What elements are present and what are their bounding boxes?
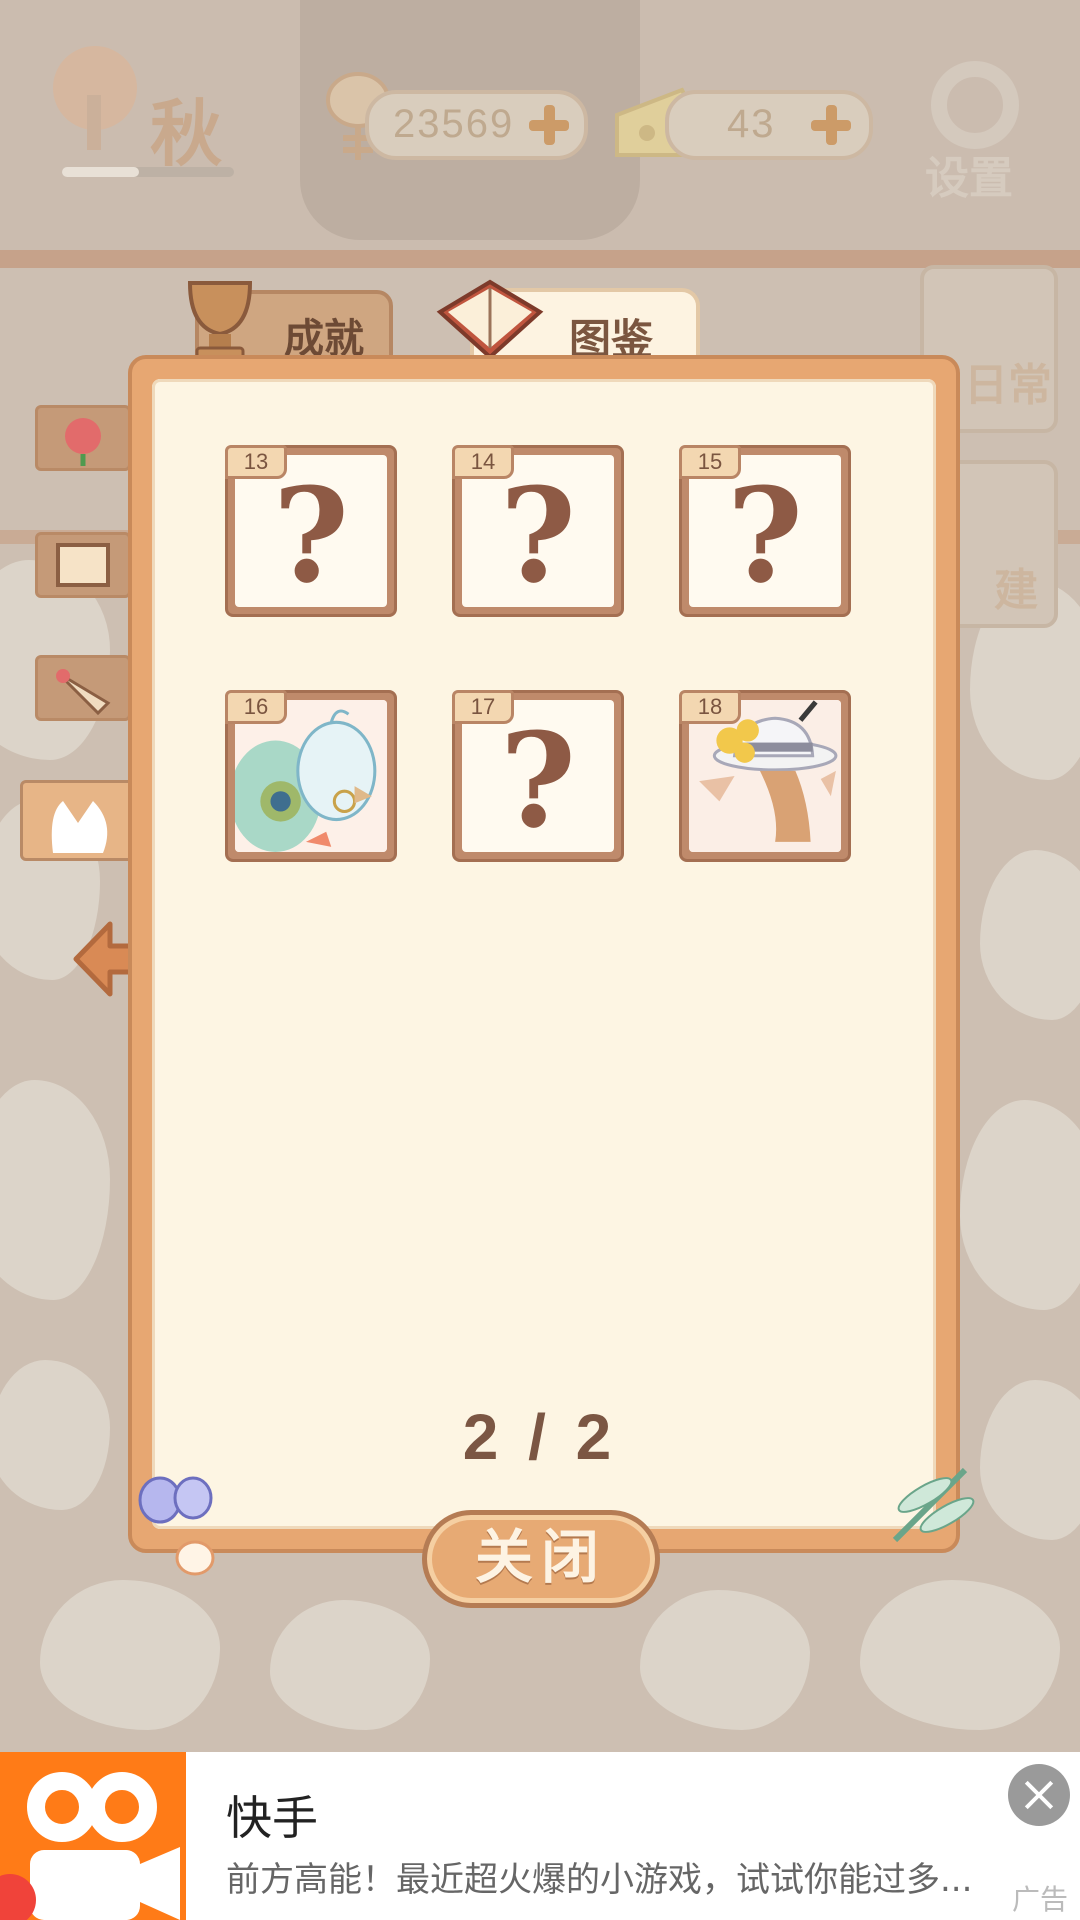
dragonfly-icon — [892, 1467, 975, 1543]
category-tab-bouquet[interactable] — [35, 655, 131, 721]
locked-question-icon: ? — [726, 459, 804, 607]
cheese-counter: 43 — [665, 90, 873, 160]
cheese-count: 43 — [727, 102, 776, 146]
ad-label: 广告 — [1012, 1883, 1069, 1916]
trophy-icon — [187, 281, 253, 362]
daily-label: 日常 — [964, 360, 1052, 411]
card-number: 15 — [679, 445, 741, 479]
tree-icon — [53, 46, 137, 150]
locked-question-icon: ? — [272, 459, 350, 607]
season-progress-fill — [62, 167, 140, 177]
kuaishou-logo-icon — [0, 1752, 186, 1920]
collection-card-14[interactable]: 14 ? — [452, 445, 624, 617]
collection-card-16[interactable]: 16 — [225, 690, 397, 862]
category-tab-photo[interactable] — [35, 532, 131, 598]
fish-counter: 23569 — [365, 90, 588, 160]
category-tab-flower[interactable] — [35, 405, 131, 471]
settings-label: 设置 — [925, 153, 1013, 204]
season-progress-bar — [62, 167, 234, 177]
season-label: 秋 — [150, 92, 223, 176]
card-number: 16 — [225, 690, 287, 724]
build-label: 建 — [994, 565, 1038, 616]
card-number: 13 — [225, 445, 287, 479]
collection-card-13[interactable]: 13 ? — [225, 445, 397, 617]
add-fish-button[interactable] — [529, 105, 569, 145]
ad-banner[interactable]: 快手 前方高能！最近超火爆的小游戏，试试你能过多... — [0, 1752, 1080, 1920]
butterfly-icon — [138, 1476, 215, 1576]
fish-count: 23569 — [393, 102, 515, 146]
ad-title: 快手 — [226, 1791, 318, 1845]
locked-question-icon: ? — [499, 459, 577, 607]
add-cheese-button[interactable] — [811, 105, 851, 145]
card-number: 14 — [452, 445, 514, 479]
ad-description: 前方高能！最近超火爆的小游戏，试试你能过多... — [226, 1860, 973, 1900]
bouquet-icon — [56, 669, 111, 716]
settings-button[interactable]: 设置 — [920, 60, 1040, 204]
card-number: 17 — [452, 690, 514, 724]
collection-card-15[interactable]: 15 ? — [679, 445, 851, 617]
card-number: 18 — [679, 690, 741, 724]
collection-card-17[interactable]: 17 ? — [452, 690, 624, 862]
gear-icon — [931, 61, 1019, 149]
close-button[interactable]: 关闭 — [422, 1510, 660, 1608]
collection-card-18[interactable]: 18 — [679, 690, 851, 862]
photo-icon — [56, 543, 110, 587]
ad-close-button[interactable] — [1008, 1764, 1070, 1826]
locked-question-icon: ? — [499, 704, 577, 852]
rose-icon — [65, 418, 101, 466]
